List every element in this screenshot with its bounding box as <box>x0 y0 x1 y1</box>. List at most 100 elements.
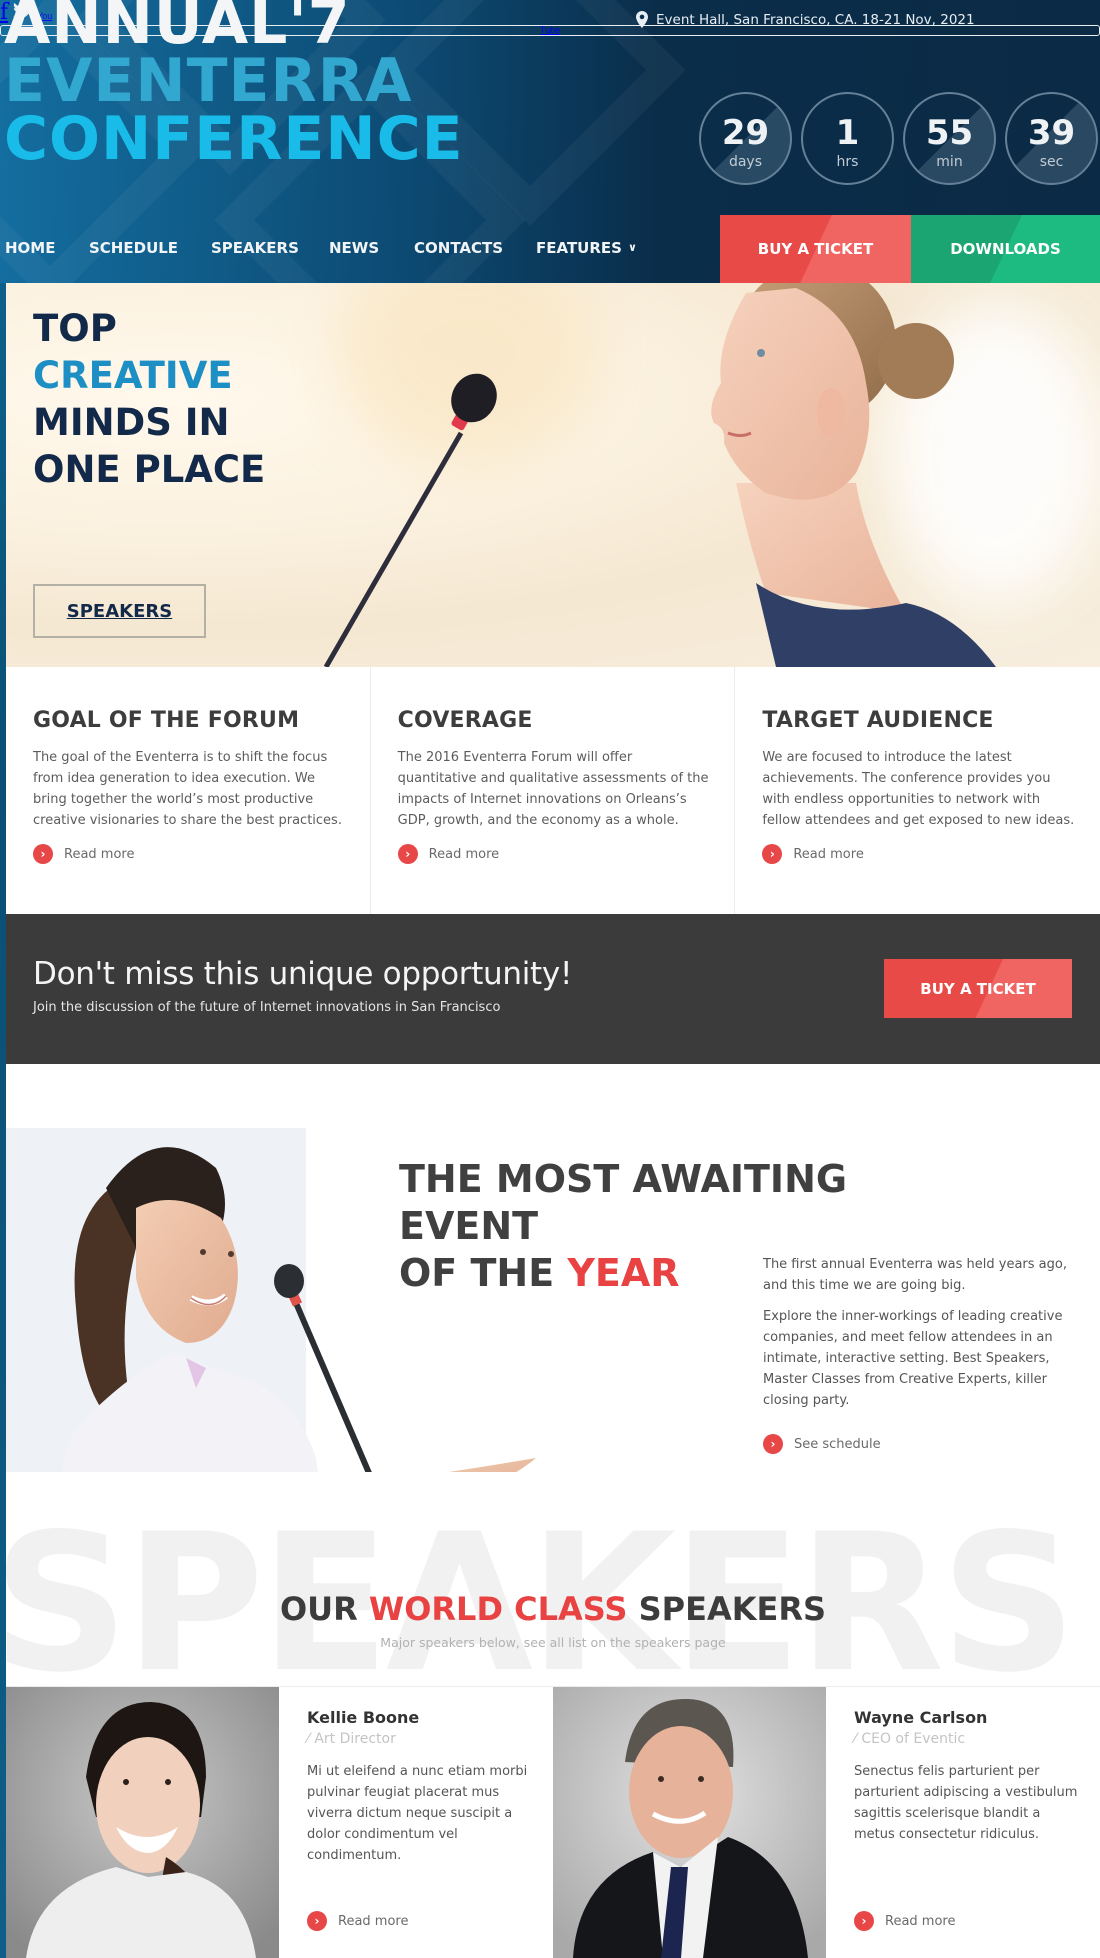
nav-contacts[interactable]: CONTACTS <box>414 239 503 257</box>
hero-section: TOP CREATIVE MINDS IN ONE PLACE SPEAKERS <box>6 283 1100 667</box>
read-more-link[interactable]: › Read more <box>397 844 500 864</box>
read-more-label: Read more <box>428 846 500 862</box>
speaker-name[interactable]: Kellie Boone <box>307 1708 534 1727</box>
speaker-photo[interactable] <box>6 1687 279 1958</box>
countdown-label: min <box>936 154 963 170</box>
hero-heading: TOP CREATIVE MINDS IN ONE PLACE <box>33 305 265 493</box>
nav-features-label: FEATURES <box>536 239 622 257</box>
hero-line-3: MINDS IN <box>33 401 230 444</box>
countdown-value: 29 <box>721 113 770 153</box>
feature-audience: TARGET AUDIENCE We are focused to introd… <box>735 667 1100 914</box>
page: ANNUAL'7 EVENTERRA CONFERENCE Event Hall… <box>0 0 1100 1958</box>
hero-line-4: ONE PLACE <box>33 448 266 491</box>
feature-goal: GOAL OF THE FORUM The goal of the Evente… <box>6 667 371 914</box>
read-more-link[interactable]: › Read more <box>762 844 864 864</box>
speaker-bio: Senectus felis parturient per parturient… <box>854 1764 1078 1842</box>
nav-home[interactable]: HOME <box>5 239 55 257</box>
chevron-right-icon: › <box>854 1911 874 1931</box>
chevron-right-icon: › <box>33 844 53 864</box>
cta-subtitle: Join the discussion of the future of Int… <box>33 1000 501 1015</box>
event-heading-line-1: THE MOST AWAITING <box>399 1157 848 1201</box>
chevron-right-icon: › <box>763 1434 783 1454</box>
header: ANNUAL'7 EVENTERRA CONFERENCE Event Hall… <box>0 0 1100 283</box>
event-title: ANNUAL'7 EVENTERRA CONFERENCE <box>4 0 464 174</box>
nav-features[interactable]: FEATURES ∨ <box>536 239 637 257</box>
countdown-minutes: 55 min <box>903 92 996 185</box>
feature-text: The goal of the Eventerra is to shift th… <box>33 750 342 828</box>
speaker-bio: Mi ut eleifend a nunc etiam morbi pulvin… <box>307 1764 528 1863</box>
speaker-name[interactable]: Wayne Carlson <box>854 1708 1081 1727</box>
hero-line-1: TOP <box>33 307 117 350</box>
read-more-link[interactable]: › Read more <box>854 1911 955 1931</box>
cta-buy-ticket-button[interactable]: BUY A TICKET <box>884 959 1072 1018</box>
map-pin-icon <box>636 11 648 28</box>
countdown-days: 29 days <box>699 92 792 185</box>
countdown-value: 1 <box>835 113 860 153</box>
countdown-label: sec <box>1039 154 1064 170</box>
speaker-card: Wayne Carlson ⁄ CEO of Eventic Senectus f… <box>553 1687 1100 1958</box>
countdown-timer: 29 days 1 hrs 55 min 39 sec <box>699 92 1098 185</box>
read-more-label: Read more <box>793 846 864 862</box>
location-text: Event Hall, San Francisco, CA. 18-21 Nov… <box>656 11 975 28</box>
downloads-button[interactable]: DOWNLOADS <box>911 215 1100 283</box>
speakers-heading: OUR WORLD CLASS SPEAKERS <box>6 1590 1100 1628</box>
event-paragraph-2: Explore the inner-workings of leading cr… <box>763 1309 1063 1408</box>
feature-title: TARGET AUDIENCE <box>762 708 994 733</box>
event-heading-line-2: EVENT <box>399 1204 539 1248</box>
speaker-role: ⁄ Art Director <box>307 1731 534 1747</box>
slash-icon: ⁄ <box>307 1731 310 1747</box>
feature-title: GOAL OF THE FORUM <box>33 708 300 733</box>
features-section: GOAL OF THE FORUM The goal of the Evente… <box>6 667 1100 914</box>
see-schedule-label: See schedule <box>794 1436 881 1452</box>
feature-text: We are focused to introduce the latest a… <box>762 750 1075 828</box>
countdown-value: 55 <box>925 113 974 153</box>
speaker-info: Kellie Boone ⁄ Art Director Mi ut eleifen… <box>279 1687 554 1958</box>
speakers-heading-accent: WORLD CLASS <box>368 1590 628 1628</box>
event-location: Event Hall, San Francisco, CA. 18-21 Nov… <box>636 11 975 28</box>
slash-icon: ⁄ <box>854 1731 857 1747</box>
chevron-right-icon: › <box>307 1911 327 1931</box>
title-line-1: ANNUAL'7 <box>4 0 351 58</box>
main-nav: HOME SCHEDULE SPEAKERS NEWS CONTACTS FEA… <box>0 215 720 283</box>
event-heading-prefix: OF THE <box>399 1251 568 1295</box>
speaker-card: Kellie Boone ⁄ Art Director Mi ut eleifen… <box>6 1687 554 1958</box>
cta-banner: Don't miss this unique opportunity! Join… <box>6 914 1100 1064</box>
feature-text: The 2016 Eventerra Forum will offer quan… <box>397 750 709 828</box>
chevron-right-icon: › <box>397 844 418 864</box>
read-more-label: Read more <box>64 846 135 862</box>
countdown-label: hrs <box>836 154 859 170</box>
chevron-right-icon: › <box>762 844 783 864</box>
hero-line-2: CREATIVE <box>33 354 233 397</box>
title-line-3: CONFERENCE <box>4 104 464 174</box>
speaker-role-text: CEO of Eventic <box>861 1731 966 1747</box>
speakers-section: SPEAKERS OUR WORLD CLASS SPEAKERS Major … <box>6 1472 1100 1958</box>
event-section: THE MOST AWAITING EVENT OF THE YEAR The … <box>6 1064 1100 1472</box>
speakers-subtitle: Major speakers below, see all list on th… <box>380 1635 726 1650</box>
speaker-photo[interactable] <box>553 1687 826 1958</box>
speaker-role: ⁄ CEO of Eventic <box>854 1731 1081 1747</box>
read-more-label: Read more <box>885 1913 956 1929</box>
feature-coverage: COVERAGE The 2016 Eventerra Forum will o… <box>371 667 736 914</box>
speaker-info: Wayne Carlson ⁄ CEO of Eventic Senectus f… <box>826 1687 1100 1958</box>
speakers-heading-suffix: SPEAKERS <box>627 1590 827 1628</box>
see-schedule-link[interactable]: › See schedule <box>763 1434 881 1454</box>
chevron-down-icon: ∨ <box>627 241 637 254</box>
speakers-button[interactable]: SPEAKERS <box>33 584 206 638</box>
read-more-link[interactable]: › Read more <box>33 844 134 864</box>
read-more-label: Read more <box>338 1913 409 1929</box>
event-description: The first annual Eventerra was held year… <box>763 1254 1083 1411</box>
speakers-heading-prefix: OUR <box>279 1590 369 1628</box>
read-more-link[interactable]: › Read more <box>307 1911 408 1931</box>
buy-ticket-button[interactable]: BUY A TICKET <box>720 215 911 283</box>
nav-speakers[interactable]: SPEAKERS <box>211 239 299 257</box>
nav-schedule[interactable]: SCHEDULE <box>89 239 178 257</box>
countdown-value: 39 <box>1027 113 1076 153</box>
speaker-role-text: Art Director <box>314 1731 396 1747</box>
nav-news[interactable]: NEWS <box>329 239 379 257</box>
hero-speaker-image <box>323 283 996 667</box>
countdown-label: days <box>728 154 763 170</box>
countdown-hours: 1 hrs <box>801 92 894 185</box>
event-paragraph-1: The first annual Eventerra was held year… <box>763 1257 1067 1293</box>
title-line-2: EVENTERRA <box>4 46 413 116</box>
event-heading-accent: YEAR <box>567 1251 680 1295</box>
